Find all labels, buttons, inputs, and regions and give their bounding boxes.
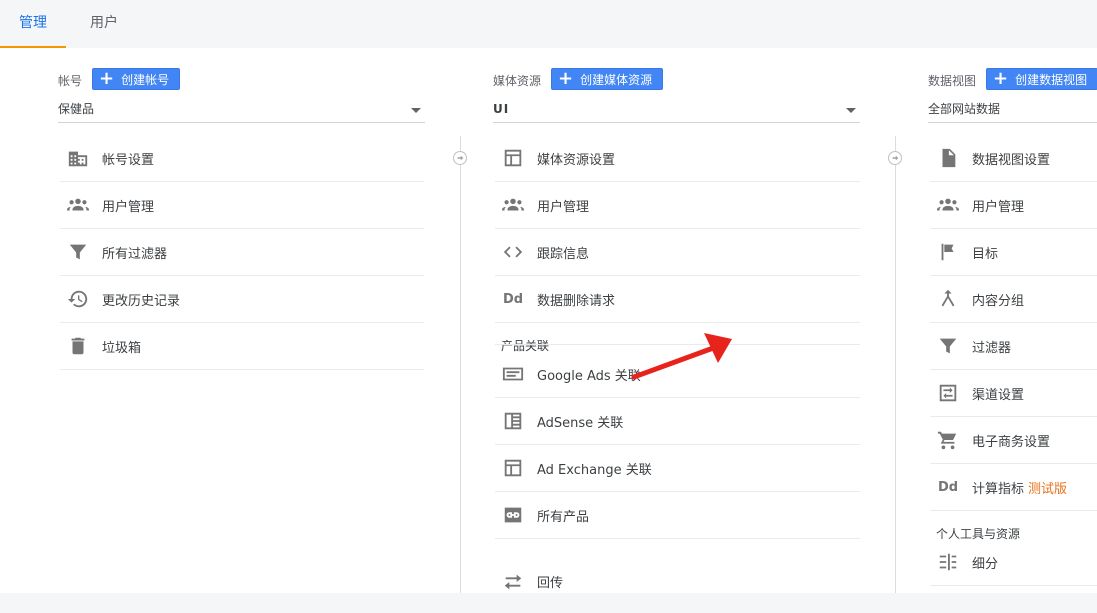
item-label: Ad Exchange 关联 [537, 462, 652, 478]
account-settings-item[interactable]: 帐号设置 [60, 135, 424, 182]
tracking-info-item[interactable]: 跟踪信息 [495, 229, 860, 276]
building-icon [67, 147, 89, 169]
segments-item[interactable]: 细分 [930, 539, 1097, 586]
account-user-management-item[interactable]: 用户管理 [60, 182, 424, 229]
beta-badge: 测试版 [1028, 481, 1068, 497]
account-all-filters-item[interactable]: 所有过滤器 [60, 229, 424, 276]
dd-icon: Dd [937, 479, 959, 495]
account-change-history-item[interactable]: 更改历史记录 [60, 276, 424, 323]
channel-settings-item[interactable]: 渠道设置 [930, 370, 1097, 417]
item-label: 跟踪信息 [537, 246, 590, 262]
filter-icon [67, 241, 89, 263]
link-icon [502, 504, 524, 526]
create-account-label: 创建帐号 [121, 72, 170, 87]
plus-icon: + [993, 68, 1009, 89]
trash-icon [67, 335, 89, 357]
segments-icon [937, 551, 959, 573]
plus-icon: + [99, 68, 115, 89]
item-label: 媒体资源设置 [537, 152, 616, 168]
column-divider [460, 136, 461, 596]
item-label: 细分 [972, 556, 999, 572]
property-selector[interactable]: UI [493, 98, 860, 123]
users-icon [937, 194, 959, 216]
layout-icon [502, 147, 524, 169]
create-view-label: 创建数据视图 [1015, 72, 1088, 87]
goals-item[interactable]: 目标 [930, 229, 1097, 276]
adsense-icon [502, 410, 524, 432]
tab-user[interactable]: 用户 [86, 0, 122, 48]
property-settings-item[interactable]: 媒体资源设置 [495, 135, 860, 182]
annotation-arrow-icon [631, 333, 732, 380]
item-label: 计算指标 [972, 481, 1025, 497]
view-user-management-item[interactable]: 用户管理 [930, 182, 1097, 229]
create-property-button[interactable]: + 创建媒体资源 [551, 68, 664, 90]
item-label: 更改历史记录 [102, 293, 181, 309]
view-settings-item[interactable]: 数据视图设置 [930, 135, 1097, 182]
top-tab-bar: 管理 用户 [0, 0, 1097, 48]
view-label: 数据视图 [928, 74, 977, 88]
adsense-link-item[interactable]: AdSense 关联 [495, 398, 860, 445]
item-label: 内容分组 [972, 293, 1025, 309]
users-icon [67, 194, 89, 216]
create-view-button[interactable]: + 创建数据视图 [986, 68, 1097, 90]
create-account-button[interactable]: + 创建帐号 [92, 68, 181, 90]
all-products-item[interactable]: 所有产品 [495, 492, 860, 539]
property-user-management-item[interactable]: 用户管理 [495, 182, 860, 229]
plus-icon: + [558, 68, 574, 89]
create-property-label: 创建媒体资源 [580, 72, 653, 87]
ads-icon [502, 363, 524, 385]
item-label: 过滤器 [972, 340, 1012, 356]
property-selected-value: UI [493, 102, 510, 116]
item-label: AdSense 关联 [537, 415, 624, 431]
item-label: 回传 [537, 576, 564, 591]
view-filters-item[interactable]: 过滤器 [930, 323, 1097, 370]
item-label: 数据删除请求 [537, 293, 616, 309]
account-label: 帐号 [58, 74, 83, 88]
grouping-icon [937, 288, 959, 310]
cart-icon [937, 429, 959, 451]
footer-bar [0, 593, 1097, 613]
adexchange-icon [502, 457, 524, 479]
postback-icon [502, 571, 524, 593]
filter-icon [937, 335, 959, 357]
dropdown-caret-icon [411, 108, 421, 113]
tab-admin[interactable]: 管理 [0, 0, 66, 48]
property-label: 媒体资源 [493, 74, 542, 88]
document-icon [937, 147, 959, 169]
item-label: 所有产品 [537, 509, 590, 525]
item-label: 所有过滤器 [102, 246, 168, 262]
item-label: 用户管理 [537, 199, 590, 215]
data-deletion-request-item[interactable]: Dd 数据删除请求 [495, 276, 860, 323]
dd-icon: Dd [502, 291, 524, 307]
ad-exchange-link-item[interactable]: Ad Exchange 关联 [495, 445, 860, 492]
dropdown-caret-icon [846, 108, 856, 113]
item-label: 电子商务设置 [972, 434, 1051, 450]
flag-icon [937, 241, 959, 263]
item-label: 用户管理 [972, 199, 1025, 215]
calculated-metrics-item[interactable]: Dd 计算指标 测试版 [930, 464, 1097, 511]
next-column-arrow-icon [453, 151, 467, 165]
channel-icon [937, 382, 959, 404]
users-icon [502, 194, 524, 216]
item-label: 目标 [972, 246, 999, 262]
account-trash-item[interactable]: 垃圾箱 [60, 323, 424, 370]
view-selector[interactable]: 全部网站数据 [928, 98, 1097, 123]
content-grouping-item[interactable]: 内容分组 [930, 276, 1097, 323]
account-selector[interactable]: 保健品 [58, 98, 425, 123]
history-icon [67, 288, 89, 310]
item-label: 垃圾箱 [102, 340, 142, 356]
item-label: 数据视图设置 [972, 152, 1051, 168]
account-selected-value: 保健品 [58, 102, 95, 116]
next-column-arrow-icon [888, 151, 902, 165]
column-divider [895, 136, 896, 596]
code-icon [502, 241, 524, 263]
item-label: 用户管理 [102, 199, 155, 215]
item-label: 渠道设置 [972, 387, 1025, 403]
view-selected-value: 全部网站数据 [928, 102, 1001, 116]
item-label: 帐号设置 [102, 152, 155, 168]
ecommerce-settings-item[interactable]: 电子商务设置 [930, 417, 1097, 464]
